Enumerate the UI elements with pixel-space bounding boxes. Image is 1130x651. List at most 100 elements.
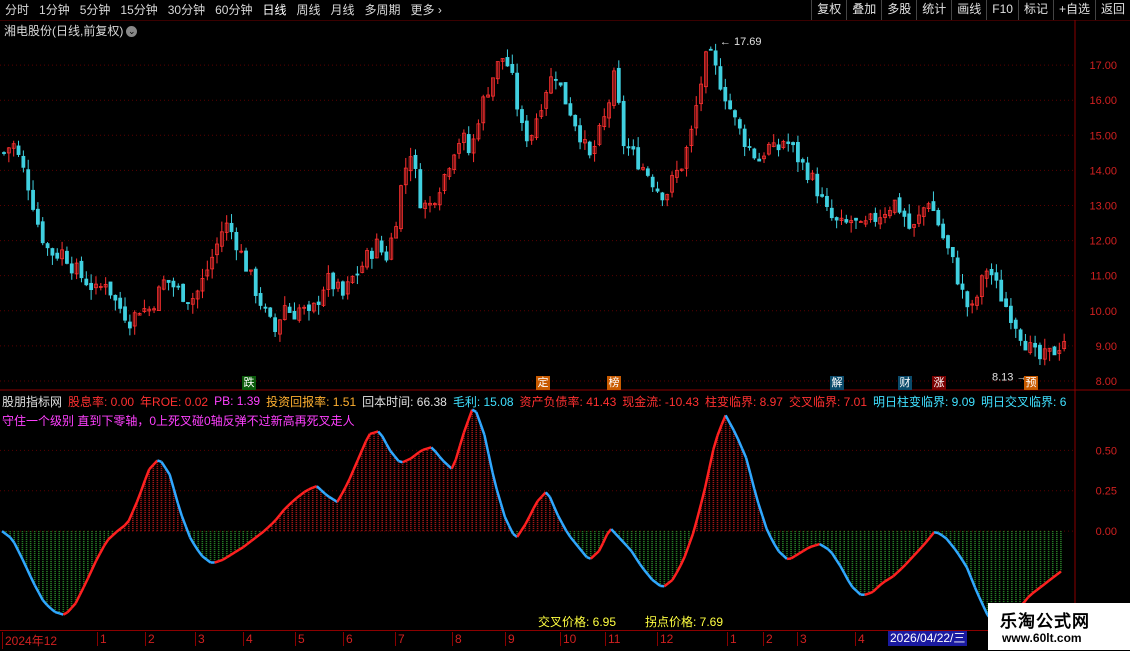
- indicator-line-segment: [423, 449, 427, 450]
- candle-body: [961, 284, 964, 289]
- event-badge[interactable]: 财: [898, 376, 912, 390]
- indicator-line-segment: [370, 433, 374, 434]
- indicator-line-segment: [803, 548, 807, 551]
- candle-body: [733, 111, 736, 117]
- date-tick-label: 12: [657, 632, 673, 646]
- indicator-line-segment: [619, 538, 623, 542]
- candle-body: [966, 292, 969, 307]
- indicator-line-segment: [63, 612, 67, 614]
- indicator-line-segment: [108, 536, 112, 540]
- indicator-line-segment: [80, 587, 84, 595]
- candle-body: [17, 146, 20, 155]
- candle-body: [724, 87, 727, 101]
- indicator-line-segment: [112, 532, 116, 536]
- indicator-line-segment: [317, 486, 321, 490]
- candle-body: [821, 195, 824, 197]
- indicator-line-segment: [390, 451, 394, 456]
- date-tick-label: 8: [452, 632, 462, 646]
- candlestick-chart: 8.009.0010.0011.0012.0013.0014.0015.0016…: [0, 36, 1117, 388]
- candle-body: [177, 286, 180, 287]
- indicator-field: 回本时间: 66.38: [362, 393, 447, 410]
- candle-body: [796, 142, 799, 161]
- candle-body: [80, 261, 83, 277]
- candle-body: [1000, 280, 1003, 301]
- site-logo: 乐淘公式网 www.60lt.com: [988, 603, 1130, 650]
- indicator-line-segment: [59, 613, 63, 614]
- indicator-line-segment: [43, 600, 47, 605]
- indicator-line-segment: [161, 462, 165, 468]
- candle-body: [632, 147, 635, 150]
- indicator-line-segment: [975, 588, 979, 597]
- candle-body: [230, 223, 233, 231]
- indicator-line-segment: [951, 544, 955, 549]
- date-tick-label: 4: [243, 632, 253, 646]
- indicator-line-segment: [141, 480, 145, 491]
- candle-body: [1053, 347, 1056, 355]
- date-tick-label: 4: [855, 632, 865, 646]
- candle-body: [525, 121, 528, 141]
- candle-body: [806, 163, 809, 180]
- indicator-line-segment: [67, 608, 71, 612]
- candle-body: [845, 219, 848, 222]
- indicator-line-segment: [668, 580, 672, 583]
- indicator-line-segment: [611, 529, 615, 533]
- event-badge[interactable]: 涨: [932, 376, 946, 390]
- candle-body: [816, 174, 819, 196]
- candle-body: [564, 82, 567, 103]
- indicator-line-segment: [558, 516, 562, 524]
- candle-body: [937, 210, 940, 224]
- candle-body: [307, 305, 310, 311]
- candle-body: [903, 211, 906, 216]
- indicator-line-segment: [472, 410, 476, 412]
- indicator-line-segment: [116, 529, 120, 532]
- indicator-line-segment: [889, 576, 893, 579]
- date-tick-label: 2: [145, 632, 155, 646]
- candle-body: [951, 247, 954, 256]
- event-badge[interactable]: 榜: [607, 376, 621, 390]
- date-tick-label: 6: [343, 632, 353, 646]
- candle-body: [777, 145, 780, 150]
- event-badge[interactable]: 解: [830, 376, 844, 390]
- turn-price-label: 拐点价格: 7.69: [645, 614, 723, 629]
- y-tick-label: 11.00: [1090, 271, 1117, 283]
- candle-body: [520, 110, 523, 123]
- date-tick-label: 9: [505, 632, 515, 646]
- event-badge[interactable]: 预: [1024, 376, 1038, 390]
- candle-body: [245, 251, 248, 271]
- indicator-line-segment: [296, 495, 300, 498]
- indicator-line-segment: [922, 542, 926, 547]
- candle-body: [172, 281, 175, 287]
- indicator-line-segment: [419, 450, 423, 452]
- candle-body: [293, 311, 296, 319]
- indicator-field: 明日交叉临界: 6: [981, 393, 1066, 410]
- candle-body: [738, 120, 741, 129]
- indicator-line-segment: [910, 556, 914, 560]
- date-tick-label: 5: [295, 632, 305, 646]
- y-tick-label: 13.00: [1089, 200, 1117, 212]
- candle-body: [898, 198, 901, 213]
- indicator-line-segment: [251, 538, 255, 541]
- candle-body: [274, 318, 277, 332]
- event-badge[interactable]: 跌: [242, 376, 256, 390]
- indicator-line-segment: [6, 534, 10, 537]
- indicator-line-segment: [685, 545, 689, 556]
- indicator-line-segment: [55, 612, 59, 613]
- candle-body: [946, 236, 949, 248]
- candle-body: [758, 159, 761, 161]
- candle-body: [332, 273, 335, 289]
- current-date: 2026/04/22/三: [888, 631, 967, 646]
- candle-body: [235, 232, 238, 249]
- candle-body: [254, 269, 257, 295]
- candle-body: [801, 160, 804, 163]
- indicator-name[interactable]: 股朋指标网: [2, 393, 62, 410]
- candle-body: [114, 295, 117, 300]
- candle-body: [288, 307, 291, 312]
- indicator-line-segment: [574, 542, 578, 547]
- event-badge[interactable]: 定: [536, 376, 550, 390]
- indicator-line-segment: [836, 559, 840, 565]
- y-tick-label: 10.00: [1089, 306, 1117, 318]
- low-price-label: 8.13 →: [992, 371, 1027, 383]
- candle-body: [124, 307, 127, 320]
- candle-body: [990, 269, 993, 274]
- indicator-line-segment: [292, 498, 296, 502]
